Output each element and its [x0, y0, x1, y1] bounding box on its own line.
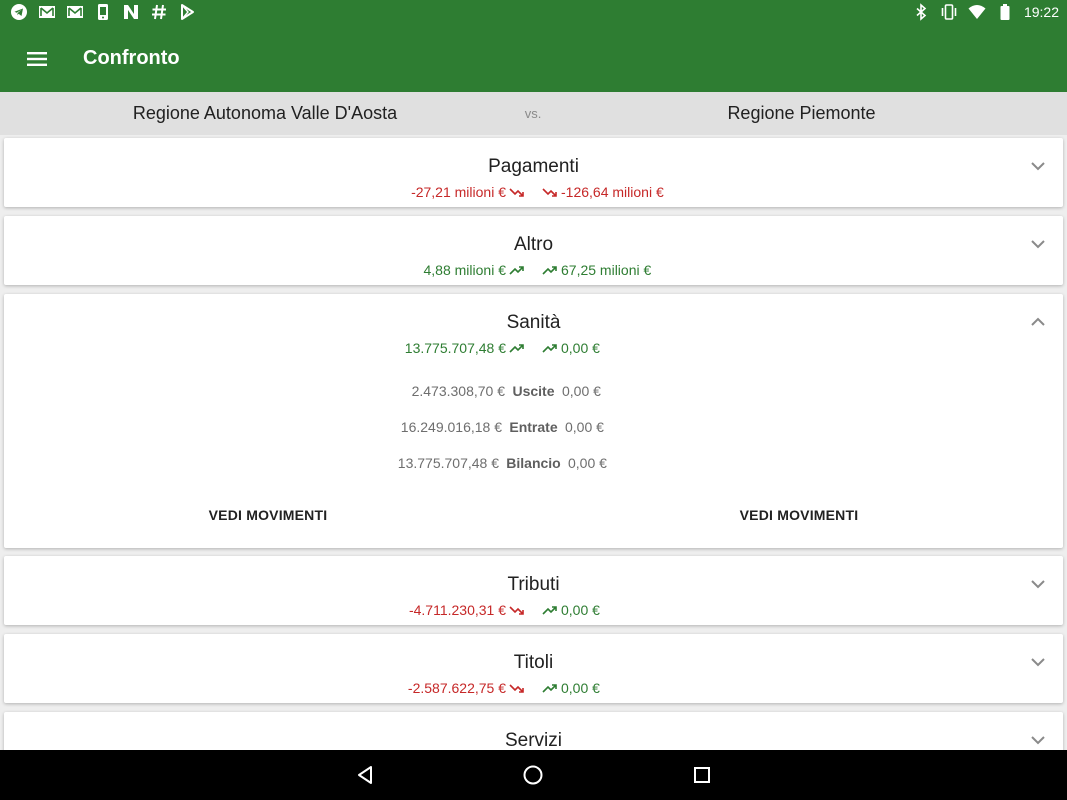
trending-up-icon	[542, 344, 557, 353]
left-value-text: 13.775.707,48 €	[404, 340, 506, 356]
right-value: 0,00 €	[542, 602, 600, 618]
status-bar: 19:22	[0, 0, 1067, 25]
right-value-text: -126,64 milioni €	[561, 184, 664, 200]
vedi-movimenti-left-button[interactable]: VEDI MOVIMENTI	[168, 507, 368, 523]
phone-icon	[94, 3, 112, 21]
detail-right-value: 0,00 €	[562, 383, 601, 399]
left-value-text: -4.711.230,31 €	[408, 602, 506, 618]
chevron-up-icon[interactable]	[1029, 313, 1047, 331]
category-card-titoli[interactable]: Titoli -2.587.622,75 € 0,00 €	[4, 634, 1063, 703]
detail-row-bilancio: 13.775.707,48 € Bilancio 0,00 €	[4, 455, 1063, 475]
telegram-icon	[10, 3, 28, 21]
left-value: 4,88 milioni €	[424, 262, 526, 278]
trending-up-icon	[542, 606, 557, 615]
clock: 19:22	[1023, 4, 1059, 20]
trending-down-icon	[509, 188, 524, 197]
category-title: Altro	[513, 234, 554, 255]
left-value-text: -27,21 milioni €	[411, 184, 506, 200]
system-nav-bar	[0, 750, 1067, 800]
right-value: -126,64 milioni €	[542, 184, 664, 200]
chevron-down-icon[interactable]	[1029, 575, 1047, 593]
detail-row-uscite: 2.473.308,70 € Uscite 0,00 €	[4, 383, 1063, 403]
right-region-name[interactable]: Regione Piemonte	[536, 103, 1067, 124]
play-store-icon	[178, 3, 196, 21]
hamburger-menu-icon[interactable]	[24, 46, 50, 72]
left-value-text: 4,88 milioni €	[423, 262, 507, 278]
trending-down-icon	[509, 684, 524, 693]
category-card-servizi[interactable]: Servizi	[4, 712, 1063, 750]
right-value-text: 0,00 €	[561, 340, 600, 356]
right-value-text: 0,00 €	[561, 680, 600, 696]
right-value-text: 0,00 €	[561, 602, 600, 618]
detail-label: Bilancio	[506, 455, 561, 471]
bluetooth-icon	[912, 3, 930, 21]
chevron-down-icon[interactable]	[1029, 235, 1047, 253]
detail-row-entrate: 16.249.016,18 € Entrate 0,00 €	[4, 419, 1063, 439]
trending-down-icon	[542, 188, 557, 197]
category-list: Pagamenti -27,21 milioni € -126,64 milio…	[0, 135, 1067, 750]
right-value: 67,25 milioni €	[542, 262, 651, 278]
category-title: Sanità	[506, 312, 561, 333]
wifi-icon	[968, 3, 986, 21]
category-title: Pagamenti	[488, 156, 579, 177]
category-title: Titoli	[513, 652, 554, 673]
right-value-text: 67,25 milioni €	[561, 262, 652, 278]
chevron-down-icon[interactable]	[1029, 653, 1047, 671]
n-app-icon	[122, 3, 140, 21]
chevron-down-icon[interactable]	[1029, 731, 1047, 749]
category-card-sanita[interactable]: Sanità 13.775.707,48 € 0,00 € 2.473.308,…	[4, 294, 1063, 548]
trending-up-icon	[542, 684, 557, 693]
vibrate-icon	[940, 3, 958, 21]
trending-up-icon	[542, 266, 557, 275]
compare-header: Regione Autonoma Valle D'Aosta vs. Regio…	[0, 92, 1067, 135]
gmail-icon	[66, 3, 84, 21]
battery-icon	[996, 3, 1014, 21]
detail-label: Entrate	[509, 419, 558, 435]
gmail-icon	[38, 3, 56, 21]
category-card-tributi[interactable]: Tributi -4.711.230,31 € 0,00 €	[4, 556, 1063, 625]
category-title: Tributi	[507, 574, 560, 595]
left-region-name[interactable]: Regione Autonoma Valle D'Aosta	[0, 103, 530, 124]
chevron-down-icon[interactable]	[1029, 157, 1047, 175]
app-toolbar: Confronto	[0, 25, 1067, 92]
trending-up-icon	[509, 266, 524, 275]
category-card-altro[interactable]: Altro 4,88 milioni € 67,25 milioni €	[4, 216, 1063, 285]
trending-up-icon	[509, 344, 524, 353]
page-title: Confronto	[83, 47, 180, 69]
right-value: 0,00 €	[542, 340, 600, 356]
right-value: 0,00 €	[542, 680, 600, 696]
left-value-text: -2.587.622,75 €	[407, 680, 506, 696]
hashtag-icon	[150, 3, 168, 21]
detail-label: Uscite	[512, 383, 555, 399]
detail-right-value: 0,00 €	[565, 419, 604, 435]
left-value: 13.775.707,48 €	[405, 340, 525, 356]
recent-apps-icon[interactable]	[690, 763, 714, 787]
category-card-pagamenti[interactable]: Pagamenti -27,21 milioni € -126,64 milio…	[4, 138, 1063, 207]
vedi-movimenti-right-button[interactable]: VEDI MOVIMENTI	[699, 507, 899, 523]
back-icon[interactable]	[353, 763, 377, 787]
category-title: Servizi	[504, 730, 562, 750]
home-icon[interactable]	[521, 763, 545, 787]
left-value: -2.587.622,75 €	[408, 680, 525, 696]
trending-down-icon	[509, 606, 524, 615]
left-value: -4.711.230,31 €	[409, 602, 525, 618]
detail-right-value: 0,00 €	[568, 455, 607, 471]
left-value: -27,21 milioni €	[411, 184, 525, 200]
